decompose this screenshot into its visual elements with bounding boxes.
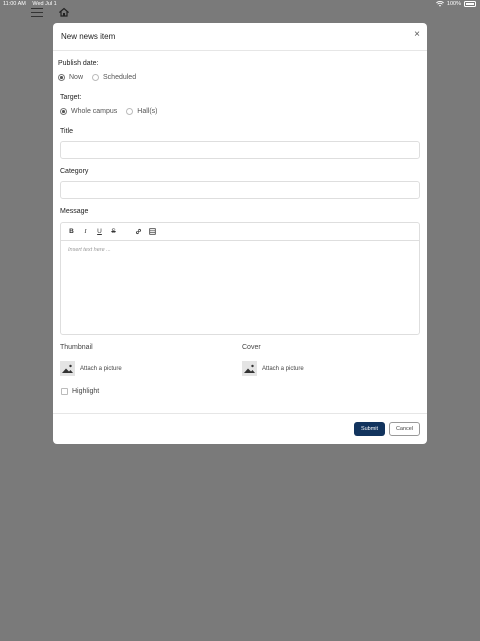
- link-icon[interactable]: [135, 228, 142, 235]
- highlight-row[interactable]: Highlight: [61, 388, 99, 395]
- thumbnail-attach[interactable]: Attach a picture: [60, 361, 122, 376]
- target-whole-campus-label: Whole campus: [71, 108, 118, 115]
- title-label: Title: [60, 128, 73, 135]
- publish-now-option[interactable]: Now: [58, 74, 83, 81]
- message-editor: B I U S Insert text here ...: [60, 222, 420, 335]
- target-whole-campus-option[interactable]: Whole campus: [60, 108, 117, 115]
- editor-toolbar: B I U S: [61, 223, 419, 241]
- italic-button[interactable]: I: [82, 228, 89, 235]
- bold-button[interactable]: B: [68, 228, 75, 235]
- target-radio-group: Whole campus Hall(s): [60, 108, 167, 115]
- close-icon[interactable]: ×: [414, 30, 420, 40]
- thumbnail-label: Thumbnail: [60, 344, 93, 351]
- news-item-modal: New news item × Publish date: Now Schedu…: [53, 23, 427, 444]
- highlight-label: Highlight: [72, 388, 100, 395]
- underline-button[interactable]: U: [96, 228, 103, 235]
- title-input[interactable]: [60, 141, 420, 159]
- highlight-checkbox[interactable]: [61, 388, 68, 395]
- target-label: Target:: [60, 94, 82, 101]
- target-halls-label: Hall(s): [137, 108, 158, 115]
- publish-scheduled-option[interactable]: Scheduled: [92, 74, 136, 81]
- radio-unchecked[interactable]: [92, 74, 100, 81]
- status-bar: 11:00 AM Wed Jul 1 100%: [0, 0, 480, 10]
- message-editor-body[interactable]: Insert text here ...: [61, 241, 419, 259]
- cover-attach[interactable]: Attach a picture: [242, 361, 304, 376]
- message-label: Message: [60, 208, 89, 215]
- video-icon[interactable]: [149, 228, 156, 235]
- cover-label: Cover: [242, 344, 261, 351]
- radio-checked[interactable]: [60, 108, 67, 115]
- publish-scheduled-label: Scheduled: [103, 74, 137, 81]
- category-input[interactable]: [60, 181, 420, 199]
- cancel-button[interactable]: Cancel: [389, 422, 420, 436]
- publish-date-radio-group: Now Scheduled: [58, 74, 145, 81]
- modal-header: New news item ×: [53, 23, 427, 51]
- image-icon: [242, 361, 257, 376]
- battery-icon: [464, 1, 476, 7]
- modal-footer: Submit Cancel: [53, 413, 427, 444]
- image-icon: [60, 361, 75, 376]
- modal-title: New news item: [61, 32, 116, 41]
- menu-icon[interactable]: [31, 8, 43, 17]
- category-label: Category: [60, 168, 89, 175]
- strikethrough-button[interactable]: S: [110, 228, 117, 235]
- cover-attach-label: Attach a picture: [262, 365, 304, 372]
- battery-percent: 100%: [446, 1, 461, 7]
- home-icon[interactable]: [59, 7, 69, 17]
- radio-checked[interactable]: [58, 74, 65, 81]
- status-date: Wed Jul 1: [32, 1, 57, 7]
- publish-date-label: Publish date:: [58, 60, 99, 67]
- submit-button[interactable]: Submit: [354, 422, 385, 436]
- thumbnail-attach-label: Attach a picture: [80, 365, 122, 372]
- status-time: 11:00 AM: [3, 1, 26, 7]
- editor-placeholder: Insert text here ...: [68, 247, 111, 253]
- radio-unchecked[interactable]: [126, 108, 134, 115]
- wifi-icon: [436, 1, 444, 7]
- target-halls-option[interactable]: Hall(s): [126, 108, 158, 115]
- publish-now-label: Now: [69, 74, 84, 81]
